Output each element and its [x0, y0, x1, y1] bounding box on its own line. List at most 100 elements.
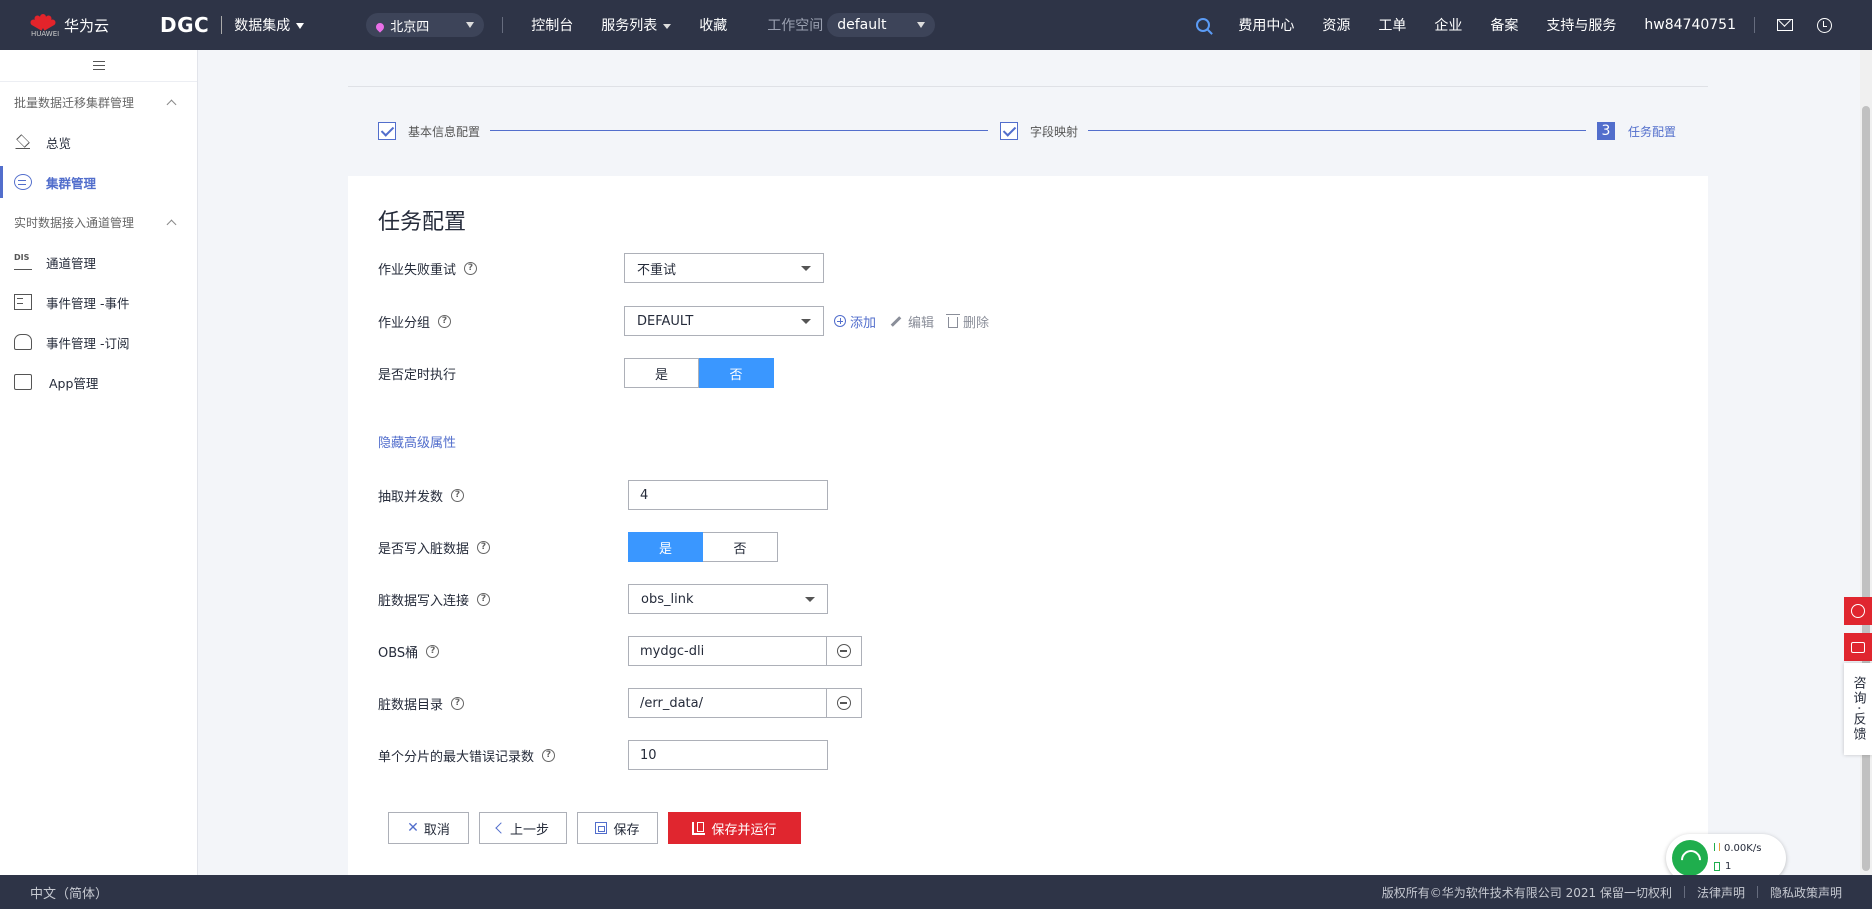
save-button[interactable]: 保存	[577, 812, 658, 844]
nav-console[interactable]: 控制台	[531, 15, 573, 35]
document-icon	[14, 294, 32, 310]
dirty-link-select[interactable]: obs_link	[628, 584, 828, 614]
help-icon[interactable]: ?	[451, 488, 465, 502]
huawei-cloud-logo[interactable]: 华为云 HUAWEI	[29, 12, 120, 38]
legal-link[interactable]: 法律声明	[1697, 884, 1745, 901]
form-row-dirty-dir: 脏数据目录? /err_data/	[378, 688, 1578, 718]
nav-separator	[1754, 17, 1755, 33]
brand-sub: HUAWEI	[31, 30, 60, 38]
language-selector[interactable]: 中文（简体）	[30, 883, 108, 902]
sidebar-group-realtime-access[interactable]: 实时数据接入通道管理	[0, 202, 197, 242]
nav-enterprise[interactable]: 企业	[1434, 15, 1462, 35]
content-top-divider	[348, 86, 1708, 87]
sidebar-group-batch-migration[interactable]: 批量数据迁移集群管理	[0, 82, 197, 122]
group-select-value: DEFAULT	[637, 313, 694, 329]
obs-bucket-input[interactable]: mydgc-dli	[628, 636, 827, 666]
field-label: 脏数据目录?	[378, 694, 628, 713]
sidebar-item-event-management-events[interactable]: 事件管理 -事件	[0, 282, 197, 322]
sidebar-item-label: App管理	[49, 375, 99, 391]
footer-separator	[1683, 886, 1685, 898]
sidebar-item-app-management[interactable]: App管理	[0, 362, 197, 402]
group-select[interactable]: DEFAULT	[624, 306, 824, 336]
dirty-data-no-option[interactable]: 否	[703, 532, 778, 562]
region-selector[interactable]: 北京四	[366, 13, 485, 37]
nav-support[interactable]: 支持与服务	[1546, 15, 1616, 35]
sidebar-item-label: 总览	[46, 135, 72, 151]
workspace-selector[interactable]: default	[827, 13, 936, 37]
schedule-no-option[interactable]: 否	[699, 358, 774, 388]
sidebar-item-label: 事件管理 -事件	[46, 295, 130, 311]
user-account[interactable]: hw84740751	[1644, 17, 1736, 33]
run-icon	[692, 821, 706, 835]
dirty-dir-browse-button[interactable]	[827, 688, 862, 718]
product-name[interactable]: DGC	[160, 13, 209, 37]
search-icon[interactable]	[1196, 18, 1211, 32]
help-icon[interactable]: ?	[477, 592, 491, 606]
help-icon[interactable]: ?	[438, 314, 452, 328]
chat-button[interactable]	[1844, 633, 1872, 661]
sidebar-item-cluster-management[interactable]: 集群管理	[0, 162, 197, 202]
sidebar-item-label: 通道管理	[46, 255, 97, 271]
add-group-label: 添加	[850, 315, 877, 331]
schedule-yes-option[interactable]: 是	[624, 358, 699, 388]
chevron-down-icon	[801, 265, 811, 271]
scrollbar-thumb[interactable]	[1862, 106, 1870, 871]
retry-select[interactable]: 不重试	[624, 253, 824, 283]
nav-tickets[interactable]: 工单	[1378, 15, 1406, 35]
help-icon[interactable]: ?	[464, 261, 478, 275]
edit-group-button[interactable]: 编辑	[890, 312, 934, 331]
field-label: 是否写入脏数据?	[378, 538, 628, 557]
form-actions: ✕ 取消 上一步 保存 保存并运行	[388, 812, 811, 844]
mail-icon[interactable]	[1777, 19, 1793, 31]
checkmark-icon	[378, 122, 396, 140]
form-row-schedule: 是否定时执行 是 否	[378, 358, 1578, 388]
step-connector	[1088, 130, 1586, 131]
consult-feedback-button[interactable]: 咨询·反馈	[1844, 663, 1872, 755]
cancel-button[interactable]: ✕ 取消	[388, 812, 469, 844]
obs-bucket-browse-button[interactable]	[827, 636, 862, 666]
privacy-link[interactable]: 隐私政策声明	[1770, 884, 1842, 901]
help-icon[interactable]: ?	[451, 696, 465, 710]
dirty-dir-input[interactable]: /err_data/	[628, 688, 827, 718]
sidebar-toggle[interactable]	[0, 50, 197, 82]
dirty-data-yes-option[interactable]: 是	[628, 532, 703, 562]
workspace-label: 工作空间	[767, 18, 824, 34]
footer-links: 版权所有©华为软件技术有限公司 2021 保留一切权利 法律声明 隐私政策声明	[1382, 884, 1842, 901]
layers-icon	[14, 134, 32, 150]
hide-advanced-link[interactable]: 隐藏高级属性	[378, 432, 456, 451]
help-icon[interactable]: ?	[477, 540, 491, 554]
concurrency-input[interactable]: 4	[628, 480, 828, 510]
sidebar-item-channel-management[interactable]: DIS 通道管理	[0, 242, 197, 282]
sidebar-item-event-management-subscriptions[interactable]: 事件管理 -订阅	[0, 322, 197, 362]
field-label: OBS桶?	[378, 642, 628, 661]
field-label: 作业分组?	[378, 312, 624, 331]
copyright-text: 版权所有©华为软件技术有限公司 2021 保留一切权利	[1381, 885, 1672, 900]
field-label: 单个分片的最大错误记录数?	[378, 746, 628, 765]
nav-service-list-label: 服务列表	[601, 18, 658, 34]
max-errors-input[interactable]: 10	[628, 740, 828, 770]
edit-group-label: 编辑	[908, 315, 935, 331]
previous-step-button[interactable]: 上一步	[479, 812, 567, 844]
close-icon: ✕	[407, 820, 419, 836]
module-selector[interactable]: 数据集成	[234, 15, 305, 35]
nav-resources[interactable]: 资源	[1322, 15, 1350, 35]
nav-billing[interactable]: 费用中心	[1238, 15, 1294, 35]
nav-icp[interactable]: 备案	[1490, 15, 1518, 35]
field-label-text: 作业分组	[378, 315, 431, 331]
step-number-badge: 3	[1597, 122, 1615, 140]
clock-icon[interactable]	[1817, 17, 1832, 33]
field-label-text: 抽取并发数	[378, 489, 444, 505]
satisfaction-button[interactable]	[1844, 597, 1872, 625]
help-icon[interactable]: ?	[542, 748, 556, 762]
sidebar-item-overview[interactable]: 总览	[0, 122, 197, 162]
footer-separator	[1756, 886, 1758, 898]
nav-favorites[interactable]: 收藏	[699, 15, 727, 35]
add-group-button[interactable]: 添加	[834, 312, 876, 331]
footer: 中文（简体） 版权所有©华为软件技术有限公司 2021 保留一切权利 法律声明 …	[0, 875, 1872, 909]
nav-service-list[interactable]: 服务列表	[601, 15, 672, 35]
save-and-run-button[interactable]: 保存并运行	[668, 812, 801, 844]
help-icon[interactable]: ?	[426, 644, 440, 658]
phone-icon	[14, 374, 32, 390]
delete-group-button[interactable]: 删除	[946, 312, 989, 331]
form-row-group: 作业分组? DEFAULT 添加 编辑 删除	[378, 306, 1578, 336]
